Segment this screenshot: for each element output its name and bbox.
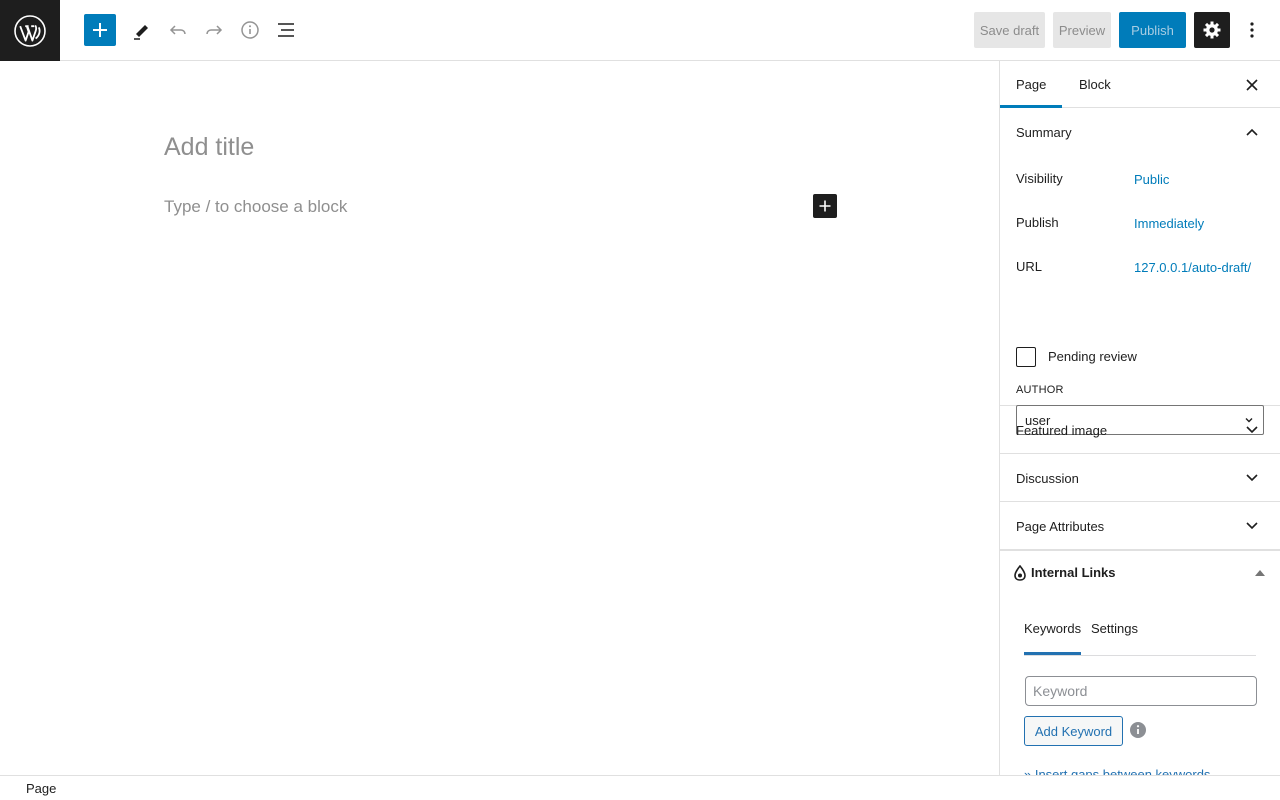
gear-icon — [1203, 21, 1221, 39]
discussion-panel-title: Discussion — [1016, 470, 1079, 486]
publish-button[interactable]: Publish — [1119, 12, 1186, 48]
post-title-input[interactable]: Add title — [164, 133, 254, 162]
close-icon — [1246, 79, 1258, 91]
editor-canvas: Add title Type / to choose a block — [0, 61, 999, 775]
options-menu-button[interactable] — [1238, 14, 1266, 46]
list-view-button[interactable] — [270, 14, 302, 46]
visibility-label: Visibility — [1016, 171, 1063, 186]
settings-sidebar: Page Block Summary Visibility Public Pub… — [999, 61, 1280, 775]
featured-image-panel[interactable]: Featured image — [1000, 406, 1280, 454]
preview-button[interactable]: Preview — [1053, 12, 1111, 48]
summary-panel-toggle[interactable]: Summary — [1016, 108, 1072, 156]
settings-button[interactable] — [1194, 12, 1230, 48]
pending-review-checkbox[interactable] — [1016, 347, 1036, 367]
publish-date-button[interactable]: Immediately — [1134, 216, 1204, 231]
info-icon — [241, 21, 259, 39]
author-label: AUTHOR — [1016, 384, 1064, 396]
page-attributes-panel[interactable]: Page Attributes — [1000, 502, 1280, 550]
plugin-logo-icon — [1014, 565, 1026, 581]
chevron-down-icon — [1244, 518, 1260, 534]
redo-icon — [206, 25, 223, 35]
chevron-up-icon[interactable] — [1244, 124, 1260, 140]
summary-panel: Summary Visibility Public Publish Immedi… — [1000, 108, 1280, 435]
default-block-appender[interactable]: Type / to choose a block — [164, 197, 347, 217]
tab-keywords[interactable]: Keywords — [1024, 621, 1081, 636]
internal-links-tabs: Keywords Settings — [1024, 606, 1256, 656]
url-value-button[interactable]: 127.0.0.1/auto-draft/ — [1134, 260, 1251, 275]
close-sidebar-button[interactable] — [1240, 73, 1264, 97]
block-breadcrumb[interactable]: Page — [26, 781, 56, 796]
discussion-panel[interactable]: Discussion — [1000, 454, 1280, 502]
page-attributes-panel-title: Page Attributes — [1016, 518, 1105, 534]
insert-gaps-link[interactable]: » Insert gaps between keywords — [1024, 767, 1210, 775]
url-label: URL — [1016, 259, 1043, 274]
tab-page[interactable]: Page — [1016, 61, 1046, 108]
undo-button[interactable] — [162, 14, 194, 46]
add-block-button[interactable] — [813, 194, 837, 218]
pending-review-label[interactable]: Pending review — [1048, 349, 1137, 364]
editor-header: Save draft Preview Publish — [0, 0, 1280, 61]
undo-icon — [169, 25, 186, 35]
active-tab-indicator — [1024, 652, 1081, 655]
add-keyword-button[interactable]: Add Keyword — [1024, 716, 1123, 746]
block-inserter-button[interactable] — [84, 14, 116, 46]
redo-button[interactable] — [198, 14, 230, 46]
details-button[interactable] — [234, 14, 266, 46]
sidebar-tabs: Page Block — [1000, 61, 1280, 108]
plus-icon — [819, 200, 831, 212]
chevron-down-icon — [1244, 470, 1260, 486]
triangle-up-icon — [1255, 570, 1265, 576]
tab-block[interactable]: Block — [1079, 61, 1111, 108]
featured-image-panel-title: Featured image — [1016, 422, 1108, 438]
plus-icon — [93, 23, 107, 37]
visibility-value-button[interactable]: Public — [1134, 172, 1169, 187]
editor-footer: Page — [0, 775, 1280, 800]
more-vertical-icon — [1250, 22, 1254, 38]
pencil-icon — [134, 25, 148, 40]
wordpress-icon — [14, 14, 46, 47]
internal-links-panel-header[interactable]: Internal Links — [1000, 550, 1280, 596]
tab-settings[interactable]: Settings — [1091, 621, 1138, 636]
list-view-icon — [278, 23, 294, 37]
save-draft-button[interactable]: Save draft — [974, 12, 1045, 48]
keyword-input[interactable]: Keyword — [1025, 676, 1257, 706]
wordpress-logo-button[interactable] — [0, 0, 60, 61]
edit-tool-button[interactable] — [126, 14, 158, 46]
publish-label: Publish — [1016, 215, 1059, 230]
chevron-down-icon — [1244, 422, 1260, 438]
internal-links-title: Internal Links — [1031, 565, 1116, 580]
help-info-icon[interactable] — [1129, 721, 1147, 739]
